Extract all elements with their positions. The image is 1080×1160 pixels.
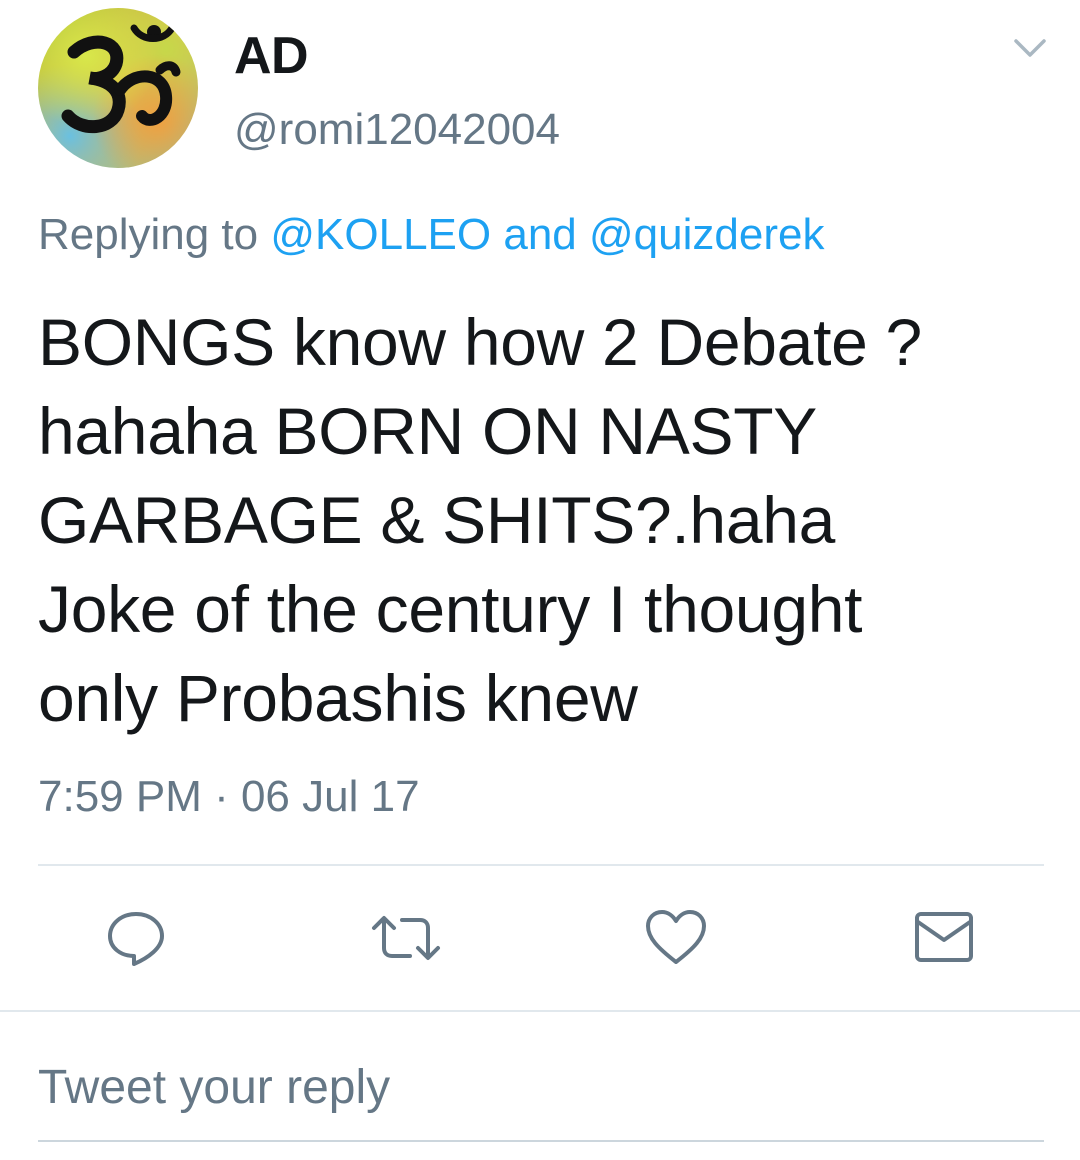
replying-to-label: Replying to (38, 210, 271, 259)
om-symbol-icon (61, 24, 181, 134)
heart-icon (646, 910, 706, 964)
reply-composer-input[interactable]: Tweet your reply (38, 1058, 1044, 1142)
divider (38, 864, 1044, 866)
replying-to: Replying to @KOLLEO and @quizderek (38, 208, 824, 262)
divider (0, 1010, 1080, 1012)
timestamp[interactable]: 7:59 PM · 06 Jul 17 (38, 770, 420, 824)
user-handle[interactable]: @romi12042004 (234, 104, 560, 156)
avatar[interactable] (38, 8, 198, 168)
chevron-down-icon[interactable] (1012, 36, 1048, 60)
retweet-icon (372, 916, 440, 960)
tweet-detail: AD @romi12042004 Replying to @KOLLEO and… (0, 0, 1080, 1160)
retweet-button[interactable] (370, 906, 440, 970)
tweet-text-line: BONGS know how 2 Debate ? (38, 305, 922, 379)
reply-bubble-icon (108, 912, 164, 966)
tweet-text-line: hahaha BORN ON NASTY (38, 394, 817, 468)
tweet-text-line: GARBAGE & SHITS?.haha (38, 483, 836, 557)
display-name[interactable]: AD (234, 26, 309, 86)
composer-underline (38, 1140, 1044, 1142)
reply-button[interactable] (104, 906, 168, 970)
like-button[interactable] (644, 906, 708, 970)
tweet-text-line: only Probashis knew (38, 661, 638, 735)
mention-link[interactable]: @quizderek (589, 210, 824, 259)
direct-message-button[interactable] (912, 906, 976, 970)
replying-to-conjunction[interactable]: and (491, 210, 589, 259)
tweet-text-line: Joke of the century I thought (38, 572, 863, 646)
envelope-icon (915, 912, 973, 962)
mention-link[interactable]: @KOLLEO (270, 210, 491, 259)
tweet-text: BONGS know how 2 Debate ? hahaha BORN ON… (38, 298, 1048, 743)
